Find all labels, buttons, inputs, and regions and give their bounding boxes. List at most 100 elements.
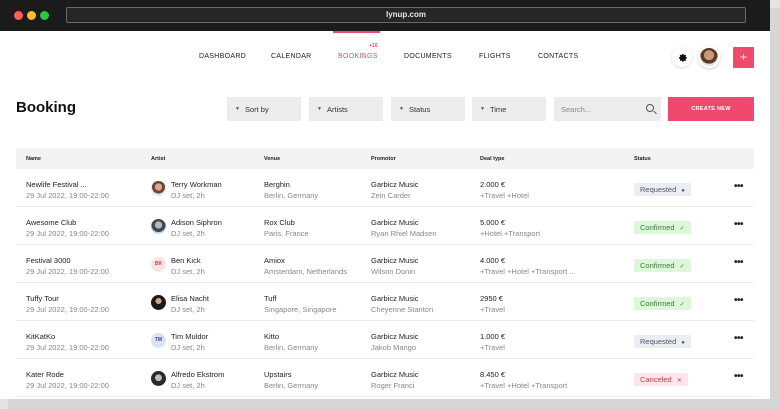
booking-name[interactable]: Tuffy Tour [26,293,109,304]
chevron-down-icon: ▼ [235,106,240,112]
table-row[interactable]: KitKatKo 29 Jul 2022, 19:00-22:00 TM Tim Mu… [16,321,754,359]
venue-name: Amiox [264,256,285,265]
booking-date: 29 Jul 2022, 19:00-22:00 [26,229,109,238]
promotor-contact: Ryan Rhiel Madsen [371,229,437,238]
column-header-deal-type[interactable]: Deal type [480,156,504,162]
maximize-window-dot[interactable] [40,11,49,20]
artist-name[interactable]: Tim Muldor [171,331,208,342]
status-badge[interactable]: Confirmed ✓ [634,221,691,234]
row-more-icon[interactable]: ••• [734,371,744,382]
artist-name[interactable]: Adison Siphron [171,217,222,228]
browser-window: lynup.com DASHBOARD CALENDAR +16 BOOKING… [0,0,770,399]
deal-amount: 8.450 € [480,370,506,379]
promotor-name: Garbicz Music [371,256,419,265]
nav-flights[interactable]: FLIGHTS [479,53,511,60]
artist-set: DJ set, 2h [171,343,205,352]
promotor-contact: Zein Carder [371,191,411,200]
time-filter-label: Time [489,104,507,114]
status-req-icon: ● [681,188,685,194]
column-header-artist[interactable]: Artist [151,156,165,162]
artist-name[interactable]: Ben Kick [171,255,205,266]
artist-set: DJ set, 2h [171,267,205,276]
venue-name: Tuff [264,294,277,303]
table-body: Newlife Festival ... 29 Jul 2022, 19:00-2… [16,169,754,397]
booking-name[interactable]: Kater Rode [26,369,109,380]
row-more-icon[interactable]: ••• [734,257,744,268]
table-row[interactable]: Kater Rode 29 Jul 2022, 19:00-22:00 Alfred… [16,359,754,397]
row-more-icon[interactable]: ••• [734,295,744,306]
venue-location: Paris, France [264,229,309,238]
deal-amount: 1.000 € [480,332,506,341]
status-req-icon: ● [681,340,685,346]
status-conf-icon: ✓ [679,302,685,308]
artist-name[interactable]: Elisa Nacht [171,293,209,304]
booking-date: 29 Jul 2022, 19:00-22:00 [26,267,109,276]
page-title: Booking [16,99,76,116]
artists-filter-dropdown[interactable]: ▼ Artists [309,97,383,121]
status-label: Requested [640,185,677,194]
artist-set: DJ set, 2h [171,191,205,200]
close-window-dot[interactable] [14,11,23,20]
window-shadow [770,8,780,409]
column-header-name[interactable]: Name [26,156,41,162]
create-new-button[interactable]: CREATE NEW [668,97,754,121]
column-header-promotor[interactable]: Promotor [371,156,396,162]
chevron-down-icon: ▼ [317,106,322,112]
booking-name[interactable]: Awesome Club [26,217,109,228]
status-label: Confirmed [640,223,675,232]
artist-name[interactable]: Alfredo Ekstrom [171,369,224,380]
artist-avatar [151,371,166,386]
status-badge[interactable]: Requested ● [634,183,691,196]
row-more-icon[interactable]: ••• [734,219,744,230]
active-tab-indicator [333,31,380,33]
status-badge[interactable]: Canceled ✕ [634,373,688,386]
chevron-down-icon: ▼ [399,106,404,112]
status-badge[interactable]: Confirmed ✓ [634,259,691,272]
table-row[interactable]: Tuffy Tour 29 Jul 2022, 19:00-22:00 Elisa … [16,283,754,321]
booking-name[interactable]: Newlife Festival ... [26,179,109,190]
table-row[interactable]: Newlife Festival ... 29 Jul 2022, 19:00-2… [16,169,754,207]
artists-filter-label: Artists [326,104,348,114]
table-row[interactable]: Awesome Club 29 Jul 2022, 19:00-22:00 Adis… [16,207,754,245]
status-label: Requested [640,337,677,346]
status-badge[interactable]: Requested ● [634,335,691,348]
sort-by-dropdown[interactable]: ▼ Sort by [227,97,301,121]
search-input[interactable]: Search... [554,97,661,121]
artist-avatar [151,181,166,196]
artist-set: DJ set, 2h [171,229,205,238]
minimize-window-dot[interactable] [27,11,36,20]
deal-extras: +Travel +Hotel +Transport [480,381,568,390]
artist-name[interactable]: Terry Workman [171,179,222,190]
time-filter-dropdown[interactable]: ▼ Time [472,97,546,121]
status-filter-dropdown[interactable]: ▼ Status [391,97,465,121]
booking-date: 29 Jul 2022, 19:00-22:00 [26,381,109,390]
booking-name[interactable]: Festival 3000 [26,255,109,266]
search-placeholder: Search... [561,104,592,114]
nav-documents[interactable]: DOCUMENTS [404,53,452,60]
settings-button[interactable] [672,47,692,67]
search-icon [646,104,654,112]
deal-amount: 2950 € [480,294,503,303]
status-conf-icon: ✓ [679,264,685,270]
row-more-icon[interactable]: ••• [734,333,744,344]
window-controls [14,11,49,20]
column-header-status[interactable]: Status [634,156,651,162]
top-navigation: DASHBOARD CALENDAR +16 BOOKINGS DOCUMENT… [0,31,770,83]
column-header-venue[interactable]: Venue [264,156,280,162]
venue-name: Kitto [264,332,280,341]
table-header: Name Artist Venue Promotor Deal type Sta… [16,148,754,169]
deal-extras: +Travel [480,343,505,352]
nav-contacts[interactable]: CONTACTS [538,53,578,60]
table-row[interactable]: Festival 3000 29 Jul 2022, 19:00-22:00 BK B… [16,245,754,283]
address-bar[interactable]: lynup.com [66,7,746,23]
user-avatar[interactable] [698,46,720,68]
nav-calendar[interactable]: CALENDAR [271,53,312,60]
booking-name[interactable]: KitKatKo [26,331,109,342]
row-more-icon[interactable]: ••• [734,181,744,192]
nav-dashboard[interactable]: DASHBOARD [199,53,246,60]
gear-icon [678,53,687,62]
add-button[interactable]: + [733,47,754,68]
nav-bookings[interactable]: BOOKINGS [338,53,378,60]
deal-amount: 5.000 € [480,218,506,227]
status-badge[interactable]: Confirmed ✓ [634,297,691,310]
